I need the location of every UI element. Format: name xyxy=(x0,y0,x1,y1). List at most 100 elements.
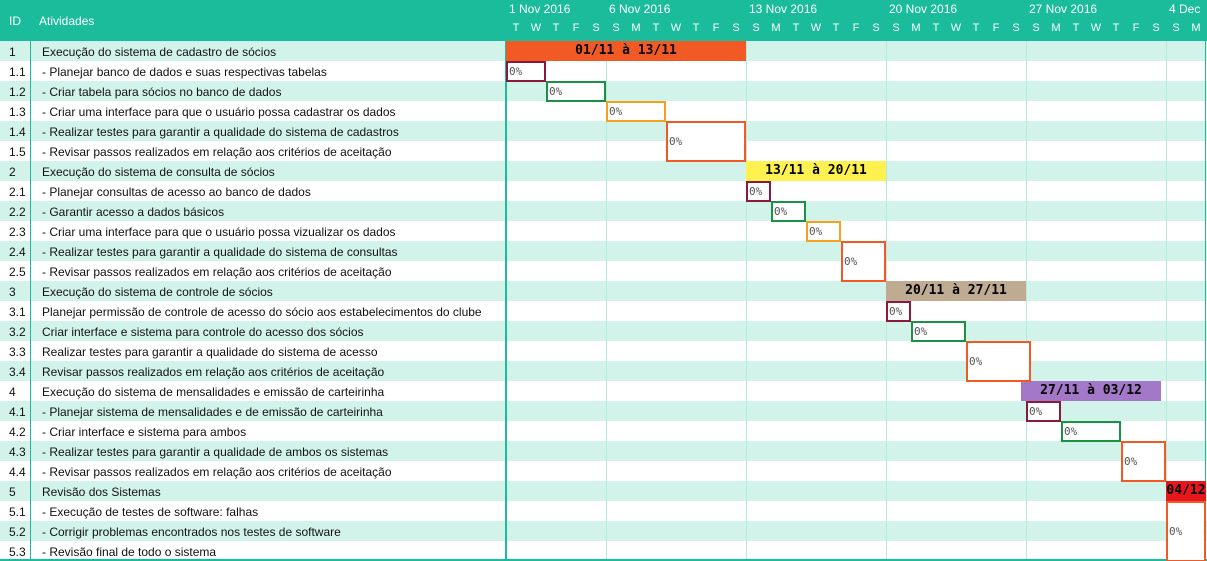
day-letter: T xyxy=(1112,22,1120,34)
task-bar[interactable]: 0% xyxy=(771,201,806,222)
task-id: 4.3 xyxy=(9,445,26,459)
task-progress-label: 0% xyxy=(809,225,823,238)
task-id: 3.4 xyxy=(9,365,26,379)
day-letter: S xyxy=(752,22,760,34)
task-name: Execução do sistema de consulta de sócio… xyxy=(42,165,275,179)
day-letter: M xyxy=(631,22,641,34)
task-id: 1.4 xyxy=(9,125,26,139)
gantt-header xyxy=(0,0,1207,41)
task-id: 4.2 xyxy=(9,425,26,439)
day-letter: W xyxy=(950,22,962,34)
task-progress-label: 0% xyxy=(1124,455,1138,468)
task-name: - Criar uma interface para que o usuário… xyxy=(42,105,396,119)
task-name: - Planejar banco de dados e suas respect… xyxy=(42,65,327,79)
summary-bar[interactable]: 27/11 à 03/12 xyxy=(1021,381,1161,401)
day-letter: S xyxy=(872,22,880,34)
week-label: 6 Nov 2016 xyxy=(609,2,671,16)
task-id: 4.1 xyxy=(9,405,26,419)
day-letter: W xyxy=(670,22,682,34)
task-bar[interactable]: 0% xyxy=(666,121,746,162)
task-bar[interactable]: 0% xyxy=(1026,401,1061,422)
day-letter: M xyxy=(911,22,921,34)
task-name: - Criar uma interface para que o usuário… xyxy=(42,225,396,239)
day-letter: S xyxy=(1152,22,1160,34)
task-id: 4 xyxy=(9,385,16,399)
task-bar[interactable]: 0% xyxy=(806,221,841,242)
task-name: - Revisar passos realizados em relação a… xyxy=(42,465,392,479)
task-id: 2.5 xyxy=(9,265,26,279)
day-letter: F xyxy=(852,22,860,34)
task-bar[interactable]: 0% xyxy=(886,301,911,322)
task-progress-label: 0% xyxy=(749,185,763,198)
task-name: Revisar passos realizados em relação aos… xyxy=(42,365,385,379)
day-letter: T xyxy=(692,22,700,34)
day-letter: T xyxy=(932,22,940,34)
task-progress-label: 0% xyxy=(844,255,858,268)
task-bar[interactable]: 0% xyxy=(911,321,966,342)
task-bar[interactable]: 0% xyxy=(606,101,666,122)
task-id: 5 xyxy=(9,485,16,499)
task-progress-label: 0% xyxy=(969,355,983,368)
summary-bar[interactable]: 04/12 xyxy=(1166,481,1206,501)
activity-column-header: Atividades xyxy=(39,14,95,28)
day-letter: T xyxy=(1072,22,1080,34)
task-id: 4.4 xyxy=(9,465,26,479)
task-name: - Revisar passos realizados em relação a… xyxy=(42,145,392,159)
task-id: 3 xyxy=(9,285,16,299)
task-progress-label: 0% xyxy=(889,305,903,318)
task-name: Criar interface e sistema para controle … xyxy=(42,325,364,339)
week-label: 4 Dec xyxy=(1169,2,1201,16)
task-id: 3.2 xyxy=(9,325,26,339)
task-bar[interactable]: 0% xyxy=(841,241,886,282)
day-letter: S xyxy=(1172,22,1180,34)
task-bar[interactable]: 0% xyxy=(1061,421,1121,442)
task-id: 1 xyxy=(9,45,16,59)
day-letter: W xyxy=(810,22,822,34)
task-bar[interactable]: 0% xyxy=(506,61,546,82)
id-column-divider xyxy=(30,41,31,561)
task-bar[interactable]: 0% xyxy=(1166,501,1206,561)
task-progress-label: 0% xyxy=(774,205,788,218)
task-progress-label: 0% xyxy=(549,85,563,98)
task-name: - Execução de testes de software: falhas xyxy=(42,505,259,519)
task-progress-label: 0% xyxy=(669,135,683,148)
day-letter: S xyxy=(592,22,600,34)
task-id: 3.1 xyxy=(9,305,26,319)
day-letter: T xyxy=(792,22,800,34)
task-id: 2.4 xyxy=(9,245,26,259)
task-bar[interactable]: 0% xyxy=(966,341,1031,382)
day-letter: T xyxy=(512,22,520,34)
task-id: 1.5 xyxy=(9,145,26,159)
task-name: - Planejar consultas de acesso ao banco … xyxy=(42,185,311,199)
task-name: - Realizar testes para garantir a qualid… xyxy=(42,245,398,259)
summary-bar[interactable]: 20/11 à 27/11 xyxy=(886,281,1026,301)
task-bar[interactable]: 0% xyxy=(1121,441,1166,482)
summary-bar[interactable]: 13/11 à 20/11 xyxy=(746,161,886,181)
task-bar[interactable]: 0% xyxy=(546,81,606,102)
timeline-divider xyxy=(505,41,507,561)
task-name: - Garantir acesso a dados básicos xyxy=(42,205,225,219)
day-letter: F xyxy=(992,22,1000,34)
task-id: 5.1 xyxy=(9,505,26,519)
day-letter: S xyxy=(1012,22,1020,34)
task-progress-label: 0% xyxy=(914,325,928,338)
id-column-header: ID xyxy=(9,14,21,28)
day-letter: S xyxy=(1032,22,1040,34)
task-name: Revisão dos Sistemas xyxy=(42,485,161,499)
task-progress-label: 0% xyxy=(1064,425,1078,438)
task-bar[interactable]: 0% xyxy=(746,181,771,202)
day-letter: T xyxy=(652,22,660,34)
task-name: - Criar tabela para sócios no banco de d… xyxy=(42,85,282,99)
task-progress-label: 0% xyxy=(1169,525,1183,538)
day-letter: T xyxy=(552,22,560,34)
task-id: 2.1 xyxy=(9,185,26,199)
task-id: 2 xyxy=(9,165,16,179)
task-name: - Corrigir problemas encontrados nos tes… xyxy=(42,525,341,539)
task-name: - Criar interface e sistema para ambos xyxy=(42,425,247,439)
task-name: Realizar testes para garantir a qualidad… xyxy=(42,345,378,359)
summary-bar[interactable]: 01/11 à 13/11 xyxy=(506,41,746,61)
task-id: 2.3 xyxy=(9,225,26,239)
week-label: 20 Nov 2016 xyxy=(889,2,958,16)
week-divider xyxy=(746,41,747,561)
week-label: 27 Nov 2016 xyxy=(1029,2,1098,16)
